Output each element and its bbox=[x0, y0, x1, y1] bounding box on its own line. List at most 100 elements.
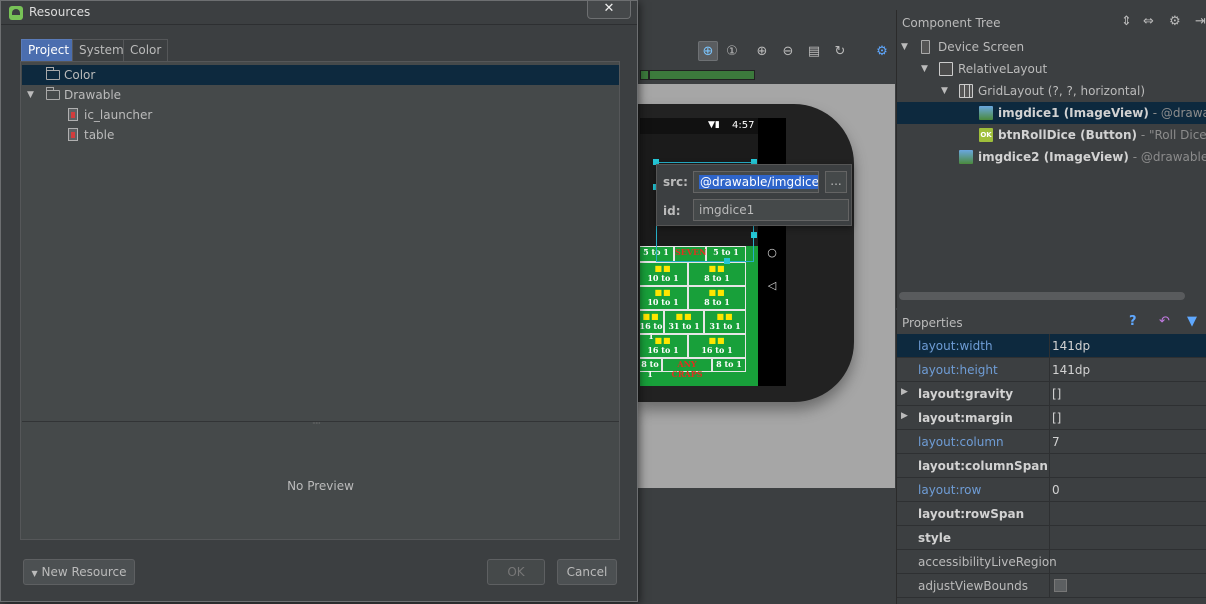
collapse-all-icon[interactable]: ⇔ bbox=[1143, 14, 1154, 29]
property-row[interactable]: layout:rowSpan bbox=[897, 502, 1206, 526]
property-row[interactable]: layout:height 141dp bbox=[897, 358, 1206, 382]
property-row[interactable]: accessibilityLiveRegion bbox=[897, 550, 1206, 574]
expand-arrow-icon[interactable]: ▶ bbox=[901, 411, 908, 421]
help-icon[interactable]: ? bbox=[1129, 314, 1137, 329]
resize-handle[interactable] bbox=[751, 232, 757, 238]
expand-arrow-icon[interactable]: ▶ bbox=[901, 387, 908, 397]
actual-size-icon[interactable]: ① bbox=[722, 41, 742, 61]
expand-all-icon[interactable]: ⇕ bbox=[1121, 14, 1132, 29]
refresh-icon[interactable]: ↻ bbox=[830, 41, 850, 61]
panel-title: Properties bbox=[902, 316, 963, 330]
dialog-title: Resources bbox=[29, 5, 91, 19]
expand-arrow-icon[interactable]: ▼ bbox=[921, 58, 928, 80]
expand-arrow-icon[interactable]: ▼ bbox=[941, 80, 948, 102]
imageview-icon bbox=[979, 106, 993, 120]
dice-icon: ■■ bbox=[675, 311, 693, 321]
tree-item-imgdice2[interactable]: imgdice2 (ImageView) - @drawable/imgdic bbox=[897, 146, 1206, 168]
folder-icon bbox=[46, 67, 60, 80]
property-row[interactable]: layout:columnSpan bbox=[897, 454, 1206, 478]
id-field[interactable]: imgdice1 bbox=[693, 199, 849, 221]
device-icon bbox=[921, 40, 930, 54]
dice-icon: ■■ bbox=[654, 287, 672, 297]
resource-file-table[interactable]: table bbox=[22, 125, 619, 145]
browse-button[interactable]: ... bbox=[825, 171, 847, 193]
close-button[interactable]: ✕ bbox=[587, 1, 631, 19]
table-cell: ANY CRAPS bbox=[662, 358, 712, 379]
zoom-to-fit-icon[interactable]: ⊕ bbox=[698, 41, 718, 61]
pin-icon[interactable]: ⇥ bbox=[1195, 14, 1206, 29]
resource-tab-panel: Color ▼ Drawable ic_launcher table ·····… bbox=[20, 61, 620, 540]
table-cell: 8 to 1 bbox=[712, 358, 746, 372]
dropdown-arrow-icon: ▼ bbox=[31, 569, 38, 578]
resources-dialog: Resources ✕ Project System Color Color ▼… bbox=[0, 0, 638, 602]
resource-file-ic-launcher[interactable]: ic_launcher bbox=[22, 105, 619, 125]
craps-table-image: 5 to 1 SEVEN 5 to 1 ■■ 10 to 1 ■■ 8 to 1 ■… bbox=[640, 246, 758, 386]
property-row[interactable]: layout:column 7 bbox=[897, 430, 1206, 454]
ok-button[interactable]: OK bbox=[487, 559, 545, 585]
tab-color[interactable]: Color bbox=[123, 39, 169, 61]
horizontal-scrollbar[interactable] bbox=[899, 292, 1185, 300]
image-file-icon bbox=[68, 128, 78, 141]
table-cell: ■■ 16 to 1 bbox=[688, 334, 746, 358]
resize-handle[interactable] bbox=[724, 258, 730, 264]
resource-folder-color[interactable]: Color bbox=[22, 65, 619, 85]
splitter-grip-icon[interactable]: ····· bbox=[312, 420, 326, 428]
page-icon[interactable]: ▤ bbox=[804, 41, 824, 61]
property-row[interactable]: layout:width 141dp bbox=[897, 334, 1206, 358]
preview-area: No Preview bbox=[22, 427, 619, 539]
component-tree-header: Component Tree ⇕ ⇔ ⚙ ⇥ bbox=[897, 10, 1206, 36]
table-cell: 8 to 1 bbox=[640, 358, 662, 379]
tree-item-btnrolldice[interactable]: OK btnRollDice (Button) - "Roll Dice" bbox=[897, 124, 1206, 146]
zoom-out-icon[interactable]: ⊖ bbox=[778, 41, 798, 61]
src-field[interactable]: @drawable/imgdice1 bbox=[693, 171, 819, 193]
tree-item-imgdice1[interactable]: imgdice1 (ImageView) - @drawable/im bbox=[897, 102, 1206, 124]
button-icon: OK bbox=[979, 128, 993, 142]
dice-icon: ■■ bbox=[642, 311, 660, 321]
tree-item-gridlayout[interactable]: ▼ GridLayout (?, ?, horizontal) bbox=[897, 80, 1206, 102]
gear-icon[interactable]: ⚙ bbox=[1169, 14, 1181, 29]
table-cell: ■■ 16 to 1 bbox=[640, 310, 664, 341]
dice-icon: ■■ bbox=[716, 311, 734, 321]
dice-icon: ■■ bbox=[654, 263, 672, 273]
table-cell: ■■ 16 to 1 bbox=[640, 334, 688, 358]
filter-icon[interactable]: ▼ bbox=[1187, 314, 1197, 329]
table-cell: ■■ 10 to 1 bbox=[640, 262, 688, 286]
property-row[interactable]: ▶ layout:gravity [] bbox=[897, 382, 1206, 406]
properties-panel: Properties ? ↶ ▼ layout:width 141dp layo… bbox=[896, 310, 1206, 604]
restore-default-icon[interactable]: ↶ bbox=[1159, 314, 1170, 329]
tab-system[interactable]: System bbox=[72, 39, 131, 61]
zoom-in-icon[interactable]: ⊕ bbox=[752, 41, 772, 61]
table-cell: ■■ 8 to 1 bbox=[688, 262, 746, 286]
resource-tree: Color ▼ Drawable ic_launcher table bbox=[22, 63, 619, 421]
tree-item-device-screen[interactable]: ▼ Device Screen bbox=[897, 36, 1206, 58]
property-row[interactable]: layout:row 0 bbox=[897, 478, 1206, 502]
dice-icon: ■■ bbox=[708, 263, 726, 273]
status-time: 4:57 bbox=[732, 120, 755, 131]
wifi-icon: ▼▮ bbox=[708, 120, 720, 130]
back-icon: ◁ bbox=[767, 279, 777, 292]
properties-header: Properties ? ↶ ▼ bbox=[897, 310, 1206, 336]
table-cell: ■■ 31 to 1 bbox=[704, 310, 746, 334]
component-tree-panel: Component Tree ⇕ ⇔ ⚙ ⇥ ▼ Device Screen ▼… bbox=[896, 10, 1206, 308]
property-row[interactable]: style bbox=[897, 526, 1206, 550]
cancel-button[interactable]: Cancel bbox=[557, 559, 617, 585]
dice-icon: ■■ bbox=[708, 335, 726, 345]
property-row[interactable]: adjustViewBounds bbox=[897, 574, 1206, 598]
image-file-icon bbox=[68, 108, 78, 121]
home-icon: ○ bbox=[767, 246, 777, 259]
table-cell: ■■ 8 to 1 bbox=[688, 286, 746, 310]
dialog-title-bar[interactable]: Resources ✕ bbox=[1, 1, 637, 25]
expand-arrow-icon[interactable]: ▼ bbox=[27, 85, 34, 105]
adjust-view-bounds-checkbox[interactable] bbox=[1054, 579, 1067, 592]
resource-folder-drawable[interactable]: ▼ Drawable bbox=[22, 85, 619, 105]
grid-layout-icon bbox=[959, 84, 973, 98]
new-resource-button[interactable]: ▼ New Resource bbox=[23, 559, 135, 585]
inline-property-editor: src: @drawable/imgdice1 ... id: imgdice1 bbox=[656, 164, 852, 226]
expand-arrow-icon[interactable]: ▼ bbox=[901, 36, 908, 58]
tab-project[interactable]: Project bbox=[21, 39, 77, 61]
designer-toolbar: ⊕ ① ⊕ ⊖ ▤ ↻ ⚙ bbox=[636, 36, 896, 66]
dice-icon: ■■ bbox=[708, 287, 726, 297]
property-row[interactable]: ▶ layout:margin [] bbox=[897, 406, 1206, 430]
tree-item-relativelayout[interactable]: ▼ RelativeLayout bbox=[897, 58, 1206, 80]
settings-gear-icon[interactable]: ⚙ bbox=[872, 41, 892, 61]
